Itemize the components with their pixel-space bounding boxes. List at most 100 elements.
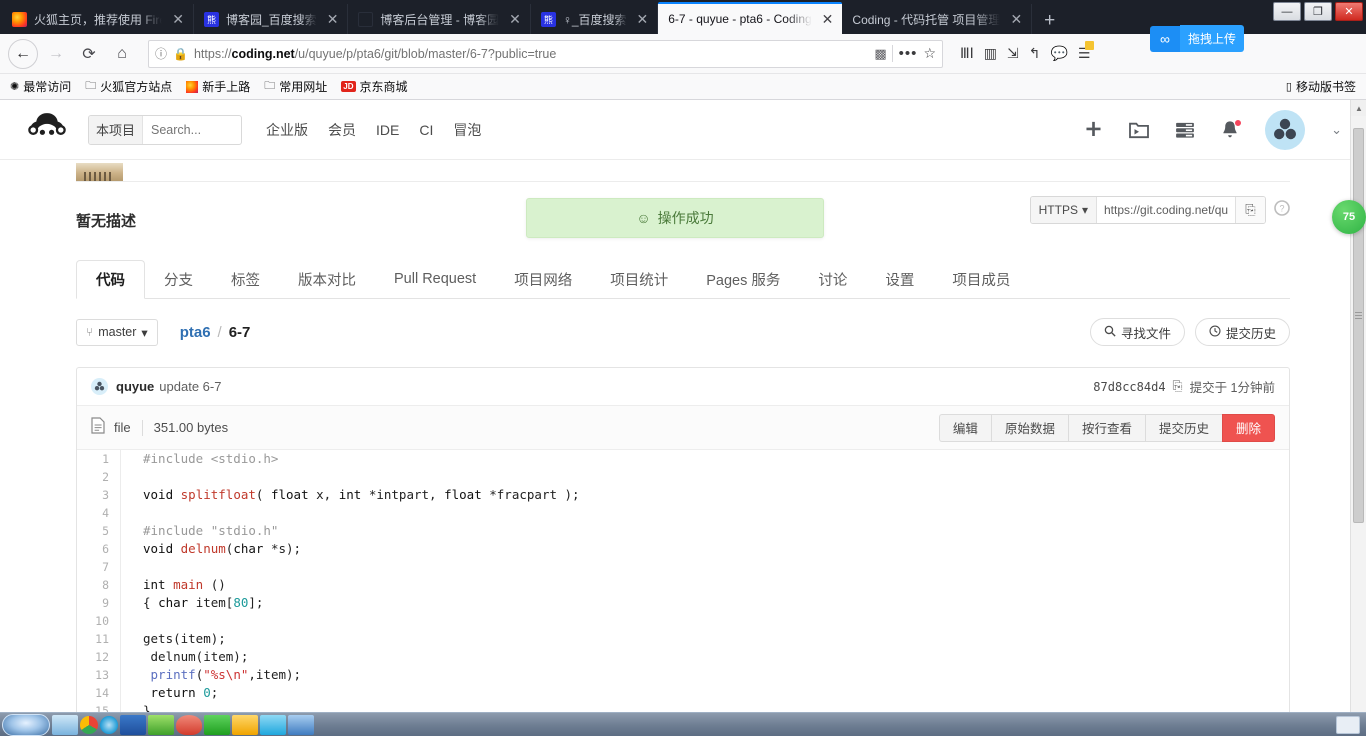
scroll-up-arrow[interactable]: ▲	[1351, 100, 1366, 116]
close-icon[interactable]: ✕	[634, 12, 652, 26]
tab-compare[interactable]: 版本对比	[279, 260, 375, 298]
notifications-icon[interactable]	[1221, 119, 1243, 139]
close-icon[interactable]: ✕	[169, 12, 187, 26]
code-line-content[interactable]	[121, 612, 151, 630]
explorer-icon[interactable]	[52, 714, 78, 735]
ie-icon[interactable]	[100, 715, 118, 734]
tab-pages-service[interactable]: Pages 服务	[687, 260, 799, 298]
browser-tab[interactable]: Coding - 代码托管 项目管理 ✕	[842, 4, 1033, 34]
chevron-down-icon[interactable]: ⌄	[1331, 122, 1342, 138]
forward-icon[interactable]: →	[41, 39, 71, 69]
code-line-content[interactable]: printf("%s\n",item);	[121, 666, 302, 684]
code-line-content[interactable]: #include <stdio.h>	[121, 450, 278, 468]
browser-tab[interactable]: 博客后台管理 - 博客园 ✕	[348, 4, 531, 34]
minimize-button[interactable]: —	[1273, 2, 1301, 21]
address-bar[interactable]: ⓘ 🔒 https://coding.net/u/quyue/p/pta6/gi…	[148, 39, 943, 68]
code-line-content[interactable]: int main ()	[121, 576, 226, 594]
search-input[interactable]	[143, 122, 242, 137]
commit-author[interactable]: quyue	[116, 379, 154, 394]
clone-input-group[interactable]: HTTPS ▾ https://git.coding.net/qu ⎘	[1029, 196, 1266, 224]
code-line-content[interactable]: void splitfloat( float x, int *intpart, …	[121, 486, 580, 504]
close-icon[interactable]: ✕	[1007, 12, 1025, 26]
close-window-button[interactable]: ✕	[1335, 2, 1363, 21]
code-line-content[interactable]	[121, 558, 151, 576]
close-icon[interactable]: ✕	[819, 12, 837, 26]
nav-membership[interactable]: 会员	[328, 120, 356, 140]
app-blue-icon[interactable]	[288, 714, 314, 735]
tab-pull-request[interactable]: Pull Request	[375, 260, 495, 298]
tray-item[interactable]	[1336, 715, 1360, 734]
new-tab-button[interactable]: +	[1032, 11, 1067, 34]
tab-members[interactable]: 项目成员	[933, 260, 1029, 298]
branch-selector[interactable]: ⑂ master ▾	[76, 318, 158, 346]
commit-hash[interactable]: 87d8cc84d4	[1093, 380, 1165, 394]
bookmark-firefox-site[interactable]: 🗀 火狐官方站点	[85, 77, 172, 96]
app-yellow-icon[interactable]	[232, 714, 258, 735]
commit-history-button[interactable]: 提交历史	[1194, 318, 1290, 346]
code-line-content[interactable]: #include "stdio.h"	[121, 522, 278, 540]
help-icon[interactable]: ?	[1274, 200, 1290, 220]
maximize-button[interactable]: ❐	[1304, 2, 1332, 21]
code-line-content[interactable]: void delnum(char *s);	[121, 540, 301, 558]
nav-ide[interactable]: IDE	[376, 122, 399, 138]
qrcode-icon[interactable]: ▩	[874, 46, 886, 62]
copy-icon[interactable]: ⎘	[1173, 379, 1183, 394]
save-page-icon[interactable]: ⇲	[1007, 45, 1019, 62]
raw-data-button[interactable]: 原始数据	[990, 413, 1068, 442]
file-history-button[interactable]: 提交历史	[1144, 413, 1222, 442]
app-green2-icon[interactable]	[204, 714, 230, 735]
search-scope-label[interactable]: 本项目	[89, 115, 144, 144]
code-line-content[interactable]: delnum(item);	[121, 648, 249, 666]
code-line-content[interactable]	[121, 468, 151, 486]
tab-network[interactable]: 项目网络	[495, 260, 591, 298]
commit-author-avatar[interactable]	[91, 378, 108, 395]
tab-tags[interactable]: 标签	[212, 260, 279, 298]
start-button[interactable]	[2, 713, 50, 736]
coding-monkey-logo[interactable]	[24, 110, 70, 150]
breadcrumb-repo[interactable]: pta6	[180, 324, 211, 341]
tab-code[interactable]: 代码	[76, 260, 145, 299]
add-icon[interactable]	[1084, 120, 1103, 139]
browser-tab-active[interactable]: 6-7 - quyue - pta6 - Coding ✕	[658, 2, 843, 34]
nav-ci[interactable]: CI	[419, 122, 433, 138]
close-icon[interactable]: ✕	[324, 12, 342, 26]
blame-button[interactable]: 按行查看	[1067, 413, 1145, 442]
chat-icon[interactable]: 💬	[1050, 45, 1067, 62]
page-scrollbar[interactable]: ▲ ▼	[1350, 100, 1366, 736]
undo-icon[interactable]: ↰	[1029, 45, 1041, 62]
browser-tab[interactable]: 熊 ♀_百度搜索 ✕	[531, 4, 659, 34]
clone-url-input[interactable]: https://git.coding.net/qu	[1097, 197, 1235, 223]
code-viewer[interactable]: 1 #include <stdio.h> 2 3 void splitfloat( f…	[77, 450, 1289, 720]
tab-discussion[interactable]: 讨论	[799, 260, 866, 298]
word-icon[interactable]	[120, 714, 146, 735]
nav-enterprise[interactable]: 企业版	[266, 120, 308, 140]
menu-icon[interactable]: ☰	[1078, 41, 1095, 62]
clone-protocol-selector[interactable]: HTTPS ▾	[1030, 197, 1097, 223]
code-line-content[interactable]: return 0;	[121, 684, 219, 702]
code-line-content[interactable]: gets(item);	[121, 630, 226, 648]
projects-icon[interactable]	[1129, 121, 1149, 139]
scrollbar-thumb[interactable]	[1353, 128, 1364, 523]
copy-icon[interactable]: ⎘	[1235, 197, 1265, 223]
tab-statistics[interactable]: 项目统计	[591, 260, 687, 298]
bookmark-jd[interactable]: JD 京东商城	[341, 78, 408, 95]
search-box[interactable]: 本项目	[88, 114, 243, 145]
find-file-button[interactable]: 寻找文件	[1089, 318, 1185, 346]
upload-popup[interactable]: ∞ 拖拽上传	[1150, 25, 1245, 52]
library-icon[interactable]: ⅢⅠ	[960, 45, 974, 62]
bookmark-common-sites[interactable]: 🗀 常用网址	[264, 77, 327, 96]
bookmark-getting-started[interactable]: 新手上路	[186, 78, 250, 95]
tasks-icon[interactable]	[1175, 122, 1195, 138]
app-green-icon[interactable]	[148, 714, 174, 735]
close-icon[interactable]: ✕	[506, 12, 524, 26]
user-avatar[interactable]	[1265, 109, 1306, 150]
home-icon[interactable]: ⌂	[107, 39, 137, 69]
delete-button[interactable]: 删除	[1221, 413, 1275, 442]
page-info-icon[interactable]: ⓘ	[155, 45, 167, 62]
reload-icon[interactable]: ⟳	[74, 39, 104, 69]
edit-button[interactable]: 编辑	[938, 413, 991, 442]
browser-tab[interactable]: 火狐主页，推荐使用 Firefox ✕	[2, 4, 194, 34]
bookmark-star-icon[interactable]: ☆	[923, 45, 936, 62]
page-actions-icon[interactable]: •••	[899, 45, 918, 62]
sidebar-icon[interactable]: ▥	[984, 45, 997, 62]
